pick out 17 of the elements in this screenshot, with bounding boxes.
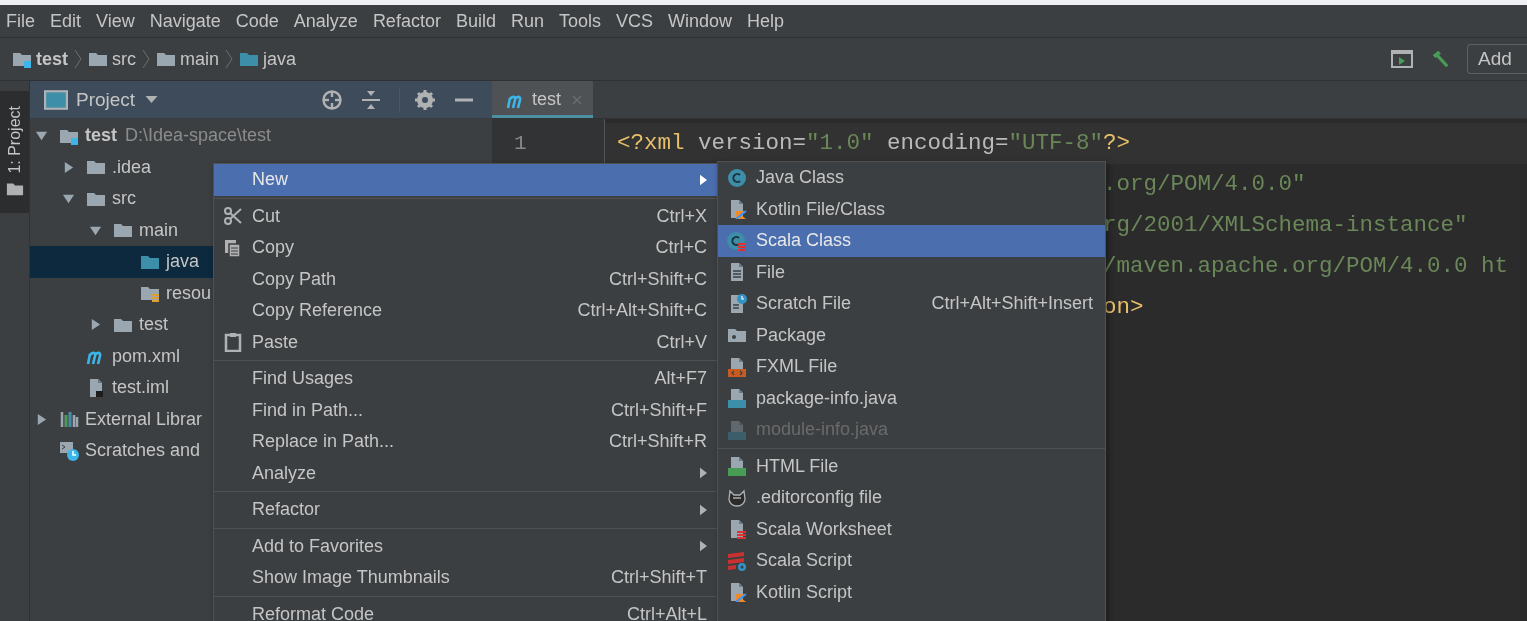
tree-label: src xyxy=(112,188,136,210)
tree-label: .idea xyxy=(112,156,152,178)
tree-label: External Librar xyxy=(85,408,203,430)
tree-label: java xyxy=(166,251,200,273)
line-number: 1 xyxy=(513,131,528,157)
tree-label: resou xyxy=(166,282,212,304)
tree-label: pom.xml xyxy=(112,345,180,367)
tree-label: Scratches and xyxy=(85,440,201,462)
tree-label: test xyxy=(139,314,168,336)
project-path: D:\Idea-space\test xyxy=(125,125,272,147)
tree-label: test.iml xyxy=(112,377,169,399)
tree-label: test xyxy=(85,125,117,147)
code-line: rg/2001/XMLSchema-instance" xyxy=(1103,212,1468,238)
code-line: <?xml version="1.0" encoding="UTF-8"?> xyxy=(617,130,1131,156)
code-line: /maven.apache.org/POM/4.0.0 ht xyxy=(1103,253,1509,279)
code-line: .org/POM/4.0.0" xyxy=(1103,171,1306,197)
tree-label: main xyxy=(139,219,178,241)
